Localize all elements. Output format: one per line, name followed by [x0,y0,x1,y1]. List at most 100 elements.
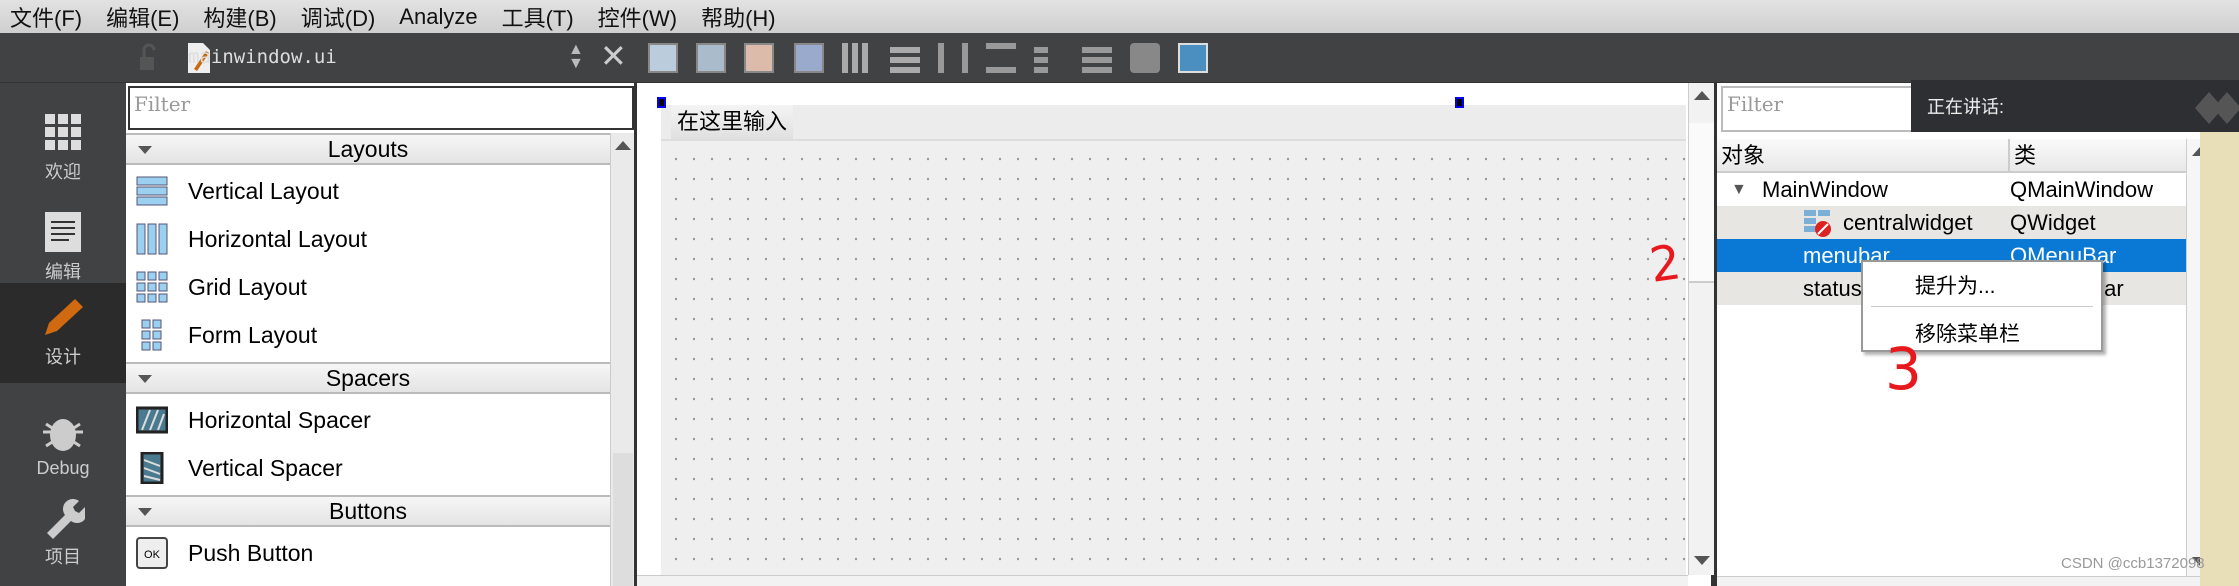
mode-label: Debug [36,458,90,478]
unlock-icon[interactable] [138,43,160,73]
menu-tools[interactable]: 工具(T) [502,1,588,33]
layout-v-splitter-icon[interactable] [986,43,1016,73]
menu-help[interactable]: 帮助(H) [701,1,790,33]
menu-debug[interactable]: 调试(D) [301,1,390,33]
layout-form-icon[interactable] [1034,43,1048,73]
main-window-form[interactable]: 在这里输入 [661,105,1686,575]
widget-vertical-layout[interactable]: Vertical Layout [126,167,610,215]
scroll-down-icon[interactable] [1694,556,1710,565]
expand-arrow-icon[interactable]: ▼ [1731,173,1747,206]
watermark: CSDN @ccb1372098 [2061,555,2205,572]
widget-box: Filter Layouts Vertical Layout Horizonta… [126,83,637,586]
document-icon [45,212,81,252]
selection-handle[interactable] [657,97,666,108]
menu-analyze[interactable]: Analyze [399,4,491,30]
inspector-horizontal-scrollbar[interactable] [1717,576,2203,586]
category-label: Layouts [327,136,409,162]
open-file-name[interactable]: mainwindow.ui [188,46,337,68]
category-buttons[interactable]: Buttons [126,495,610,527]
layout-vertical-icon[interactable] [890,43,920,73]
category-label: Buttons [329,498,407,524]
horizontal-spacer-icon [136,406,168,434]
scroll-up-icon[interactable] [614,141,631,150]
scrollbar-thumb[interactable] [613,453,633,586]
vertical-spacer-icon [140,452,164,484]
edit-widgets-icon[interactable] [648,43,678,73]
menu-separator [1871,306,2093,307]
tree-row[interactable]: ▼ MainWindow QMainWindow [1717,173,2186,206]
widget-label: Vertical Layout [188,178,339,204]
wrench-icon [47,499,85,539]
mode-label: 设计 [45,347,81,367]
scroll-up-icon[interactable] [1693,91,1710,100]
widget-label: Horizontal Layout [188,226,367,252]
widget-form-layout[interactable]: Form Layout [126,311,610,359]
layout-grid-icon[interactable] [1082,43,1112,73]
logo-icon [2195,92,2239,124]
svg-text:OK: OK [144,549,161,561]
category-layouts[interactable]: Layouts [126,133,610,165]
widget-horizontal-layout[interactable]: Horizontal Layout [126,215,610,263]
canvas-vertical-scrollbar[interactable] [1688,83,1715,575]
close-icon[interactable]: ✕ [600,37,627,75]
widget-label: Form Layout [188,322,318,348]
mode-projects[interactable]: 项目 [0,483,126,583]
widget-filter-input[interactable]: Filter [128,86,634,130]
widget-horizontal-spacer[interactable]: Horizontal Spacer [126,396,610,444]
scrollbar-thumb[interactable] [1689,123,1715,283]
canvas-horizontal-scrollbar[interactable] [637,575,1688,586]
object-name: MainWindow [1762,177,1888,202]
class-name: QMainWindow [2010,177,2154,202]
mode-welcome[interactable]: 欢迎 [0,98,126,198]
mode-sidebar: 欢迎 编辑 设计 Debug 项目 [0,83,126,586]
column-header-class[interactable]: 类 [2010,139,2186,173]
category-label: Spacers [325,365,411,391]
mode-design[interactable]: 设计 [0,283,126,383]
break-layout-icon[interactable] [1130,43,1160,73]
grid-layout-icon [136,271,168,303]
object-name: centralwidget [1843,210,1973,235]
object-filter-input[interactable]: Filter [1721,86,1921,132]
edit-tab-order-icon[interactable] [794,43,824,73]
annotation-3: 3 [1885,335,1922,403]
column-header-object[interactable]: 对象 [1717,139,2010,173]
speaking-label: 正在讲话: [1927,97,2005,117]
collapse-icon [138,508,152,516]
menu-build[interactable]: 构建(B) [203,1,290,33]
widget-box-scrollbar[interactable] [610,133,634,586]
layout-horizontal-icon[interactable] [842,43,872,73]
mode-label: 欢迎 [45,162,81,182]
file-switch-icon[interactable]: ▲ ▼ [568,42,584,72]
collapse-icon [138,146,152,154]
selection-handle[interactable] [1455,97,1464,108]
widget-label: Vertical Spacer [188,455,343,481]
edit-signals-icon[interactable] [696,43,726,73]
menu-item-promote-to[interactable]: 提升为... [1915,270,1996,300]
tree-row[interactable]: centralwidget QWidget [1717,206,2186,239]
background-strip [2200,132,2239,586]
widget-no-layout-icon [1804,210,1831,237]
menu-edit[interactable]: 编辑(E) [106,1,193,33]
speaking-overlay: 正在讲话: [1911,80,2239,132]
widget-label: Horizontal Spacer [188,407,371,433]
layout-h-splitter-icon[interactable] [938,43,968,73]
adjust-size-icon[interactable] [1178,43,1208,73]
push-button-icon: OK [136,537,168,569]
widget-grid-layout[interactable]: Grid Layout [126,263,610,311]
mode-label: 项目 [45,547,81,567]
menu-file[interactable]: 文件(F) [10,1,96,33]
form-menubar[interactable]: 在这里输入 [661,105,1686,141]
menu-type-here[interactable]: 在这里输入 [671,105,794,139]
widget-label: Push Button [188,540,314,566]
menu-item-remove-menubar[interactable]: 移除菜单栏 [1915,318,2020,348]
widget-vertical-spacer[interactable]: Vertical Spacer [126,444,610,492]
edit-buddies-icon[interactable] [744,43,774,73]
horizontal-layout-icon [136,223,168,255]
grid-icon [45,114,81,150]
form-layout-icon [141,319,162,351]
widget-push-button[interactable]: OK Push Button [126,529,610,577]
mode-label: 编辑 [45,262,81,282]
menu-widgets[interactable]: 控件(W) [598,1,691,33]
category-spacers[interactable]: Spacers [126,362,610,394]
vertical-layout-icon [136,176,168,206]
